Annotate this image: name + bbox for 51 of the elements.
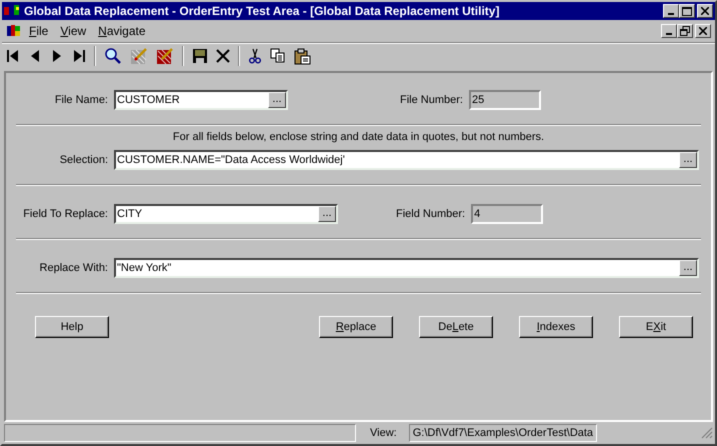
search-icon[interactable] (104, 47, 122, 65)
document-icon (6, 24, 22, 38)
minimize-button[interactable] (661, 24, 677, 38)
copy-icon[interactable] (270, 48, 286, 64)
resize-grip-icon[interactable] (701, 427, 713, 439)
status-panel: G:\Df\Vdf7\Examples\OrderTest\Data (408, 424, 598, 442)
maximize-icon (682, 6, 692, 16)
dialog-button[interactable]: Help (35, 316, 109, 338)
pencil-icon[interactable] (156, 47, 174, 65)
dialog-button[interactable]: DeLete (419, 316, 493, 338)
text-field[interactable]: CUSTOMER.NAME="Data Access Worldwidej' ... (114, 150, 699, 170)
window-title: Global Data Replacement - OrderEntry Test Area - [Global Data Replacement Utility] (24, 4, 500, 18)
status-label: View: (370, 427, 397, 439)
field-label: File Number: (400, 94, 463, 106)
field-label: Replace With: (38, 262, 108, 274)
app-icon (4, 4, 20, 18)
scissors-icon[interactable] (248, 48, 262, 64)
menu-item[interactable]: Navigate (93, 24, 151, 38)
text-field[interactable]: CITY ... (114, 204, 338, 224)
close-icon (701, 7, 709, 15)
field-label: Selection: (58, 154, 108, 166)
maximize-button[interactable] (679, 4, 695, 18)
browse-button[interactable]: ... (268, 92, 286, 108)
dialog-button[interactable]: Replace (319, 316, 393, 338)
dialog-button[interactable]: EXit (619, 316, 693, 338)
menu-item[interactable]: View (55, 24, 92, 38)
last-record-icon[interactable] (72, 49, 86, 63)
field-label: Field To Replace: (22, 208, 108, 220)
browse-button[interactable]: ... (679, 152, 697, 168)
browse-button[interactable]: ... (679, 260, 697, 276)
first-record-icon[interactable] (6, 49, 20, 63)
field-label: File Name: (54, 94, 108, 106)
restore-button[interactable] (677, 24, 693, 38)
text-field[interactable]: 4 (471, 204, 544, 224)
close-button[interactable] (695, 24, 711, 38)
paste-icon[interactable] (294, 48, 312, 64)
text-field[interactable]: CUSTOMER ... (114, 90, 288, 110)
text-field[interactable]: 25 (468, 90, 541, 110)
dialog-button[interactable]: Indexes (519, 316, 593, 338)
minimize-button[interactable] (663, 4, 679, 18)
menu-item[interactable]: File (24, 24, 54, 38)
text-field[interactable]: "New York" ... (114, 258, 699, 278)
restore-icon (680, 26, 690, 36)
close-icon (699, 27, 707, 35)
field-label: Field Number: (396, 208, 466, 220)
save-icon[interactable] (192, 48, 208, 64)
browse-button[interactable]: ... (318, 206, 336, 222)
instruction-text: For all fields below, enclose string and date data in quotes, but not numbers. (172, 131, 546, 143)
delete-icon[interactable] (216, 49, 230, 63)
pencil-icon[interactable] (130, 47, 148, 65)
close-button[interactable] (697, 4, 713, 18)
